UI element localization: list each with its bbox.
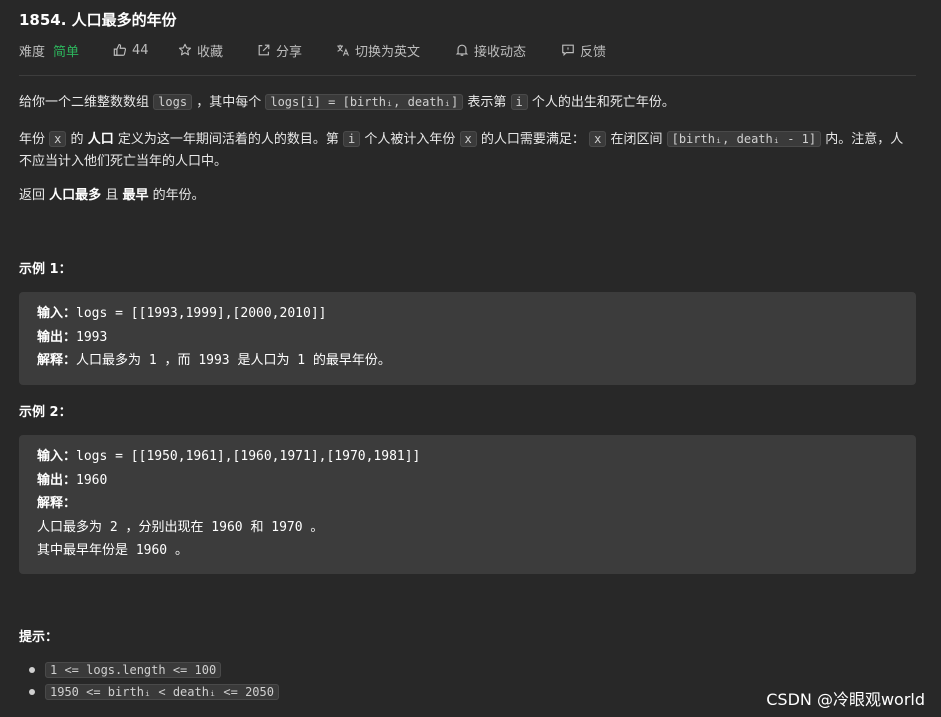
share-icon: [258, 44, 270, 56]
example-output-row: 输出：1993: [37, 326, 898, 350]
share-label: 分享: [276, 44, 303, 60]
inline-code: 1 <= logs.length <= 100: [45, 662, 222, 678]
explain-label: 解释：: [37, 353, 77, 368]
thumbs-up-icon: [113, 44, 127, 56]
problem-page: 1854. 人口最多的年份 难度 简单 44 收藏 分享 切换为英文 接收动态 …: [0, 0, 941, 717]
inline-code: x: [589, 131, 607, 147]
star-icon: [178, 43, 192, 56]
text: 的: [70, 132, 84, 147]
text: 年份: [19, 132, 46, 147]
description-paragraph-2: 年份 x 的 人口 定义为这一年期间活着的人的数目。第 i 个人被计入年份 x …: [19, 128, 916, 173]
input-label: 输入：: [37, 306, 77, 321]
difficulty-value: 简单: [53, 44, 80, 60]
header-divider: [19, 75, 916, 76]
example-2-block: 输入：logs = [[1950,1961],[1960,1971],[1970…: [19, 435, 916, 574]
tips-title: 提示：: [19, 630, 59, 645]
text: 返回: [19, 188, 46, 203]
example-output-row: 输出：1960: [37, 469, 898, 493]
input-value: logs = [[1950,1961],[1960,1971],[1970,19…: [76, 449, 421, 464]
notify-label: 接收动态: [474, 44, 527, 60]
inline-code: logs: [153, 94, 193, 110]
list-item: 1 <= logs.length <= 100: [29, 659, 279, 681]
bell-icon: [455, 44, 469, 56]
example-1-title: 示例 1：: [19, 262, 72, 277]
description-paragraph-1: 给你一个二维整数数组 logs ，其中每个 logs[i] = [birthᵢ,…: [19, 91, 675, 114]
example-input-row: 输入：logs = [[1993,1999],[2000,2010]]: [37, 302, 898, 326]
example-explain-row: 解释：: [37, 492, 898, 516]
text: 且: [105, 188, 119, 203]
translate-button[interactable]: 切换为英文: [336, 39, 455, 61]
favorite-button[interactable]: 收藏: [178, 39, 257, 61]
example-2-title: 示例 2：: [19, 405, 72, 420]
text: 表示第: [467, 95, 507, 110]
text: 给你一个二维整数数组: [19, 95, 150, 110]
difficulty-label: 难度: [19, 44, 46, 60]
example-explain-row: 解释：人口最多为 1 ，而 1993 是人口为 1 的最早年份。: [37, 349, 898, 373]
feedback-button[interactable]: 反馈: [561, 39, 606, 61]
text: 在闭区间: [610, 132, 663, 147]
bold-text: 人口最多: [49, 188, 102, 203]
inline-code: i: [343, 131, 361, 147]
problem-title: 1854. 人口最多的年份: [19, 11, 177, 29]
example-explain-line: 人口最多为 2 ，分别出现在 1960 和 1970 。: [37, 519, 324, 535]
inline-code: i: [510, 94, 528, 110]
explain-label: 解释：: [37, 496, 77, 511]
share-button[interactable]: 分享: [257, 39, 336, 61]
inline-code: x: [49, 131, 67, 147]
favorite-label: 收藏: [197, 44, 224, 60]
output-value: 1993: [76, 329, 108, 345]
bold-text: 最早: [122, 188, 149, 203]
inline-code: x: [459, 131, 477, 147]
bold-text: 人口: [87, 132, 114, 147]
feedback-icon: [562, 44, 574, 57]
text: 的人口需要满足：: [480, 132, 585, 147]
output-label: 输出：: [37, 329, 77, 345]
input-label: 输入：: [37, 449, 77, 464]
like-count: 44: [132, 42, 149, 58]
like-button[interactable]: 44: [113, 39, 178, 61]
example-input-row: 输入：logs = [[1950,1961],[1960,1971],[1970…: [37, 445, 898, 469]
inline-code: [birthᵢ, deathᵢ - 1]: [666, 131, 822, 147]
output-label: 输出：: [37, 472, 77, 488]
translate-icon: [337, 44, 349, 56]
inline-code: logs[i] = [birthᵢ, deathᵢ]: [265, 94, 464, 110]
description-paragraph-3: 返回 人口最多 且 最早 的年份。: [19, 185, 205, 207]
text: 的年份。: [152, 188, 205, 203]
problem-meta-bar: 难度 简单 44 收藏 分享 切换为英文 接收动态 反馈: [19, 39, 606, 61]
notify-button[interactable]: 接收动态: [455, 39, 561, 61]
output-value: 1960: [76, 472, 108, 488]
text: 个人被计入年份: [364, 132, 456, 147]
text: 定义为这一年期间活着的人的数目。第: [117, 132, 339, 147]
translate-label: 切换为英文: [355, 44, 421, 60]
tips-list: 1 <= logs.length <= 100 1950 <= birthᵢ <…: [29, 659, 279, 703]
example-1-block: 输入：logs = [[1993,1999],[2000,2010]] 输出：1…: [19, 292, 916, 385]
watermark: CSDN @冷眼观world: [766, 690, 925, 709]
input-value: logs = [[1993,1999],[2000,2010]]: [76, 306, 327, 321]
feedback-label: 反馈: [580, 44, 607, 60]
list-item: 1950 <= birthᵢ < deathᵢ <= 2050: [29, 681, 279, 703]
explain-value: 人口最多为 1 ，而 1993 是人口为 1 的最早年份。: [76, 353, 391, 368]
text: ，其中每个: [196, 95, 262, 110]
text: 个人的出生和死亡年份。: [531, 95, 675, 110]
difficulty: 难度 简单: [19, 39, 113, 61]
inline-code: 1950 <= birthᵢ < deathᵢ <= 2050: [45, 684, 279, 700]
example-explain-line: 其中最早年份是 1960 。: [37, 543, 188, 558]
